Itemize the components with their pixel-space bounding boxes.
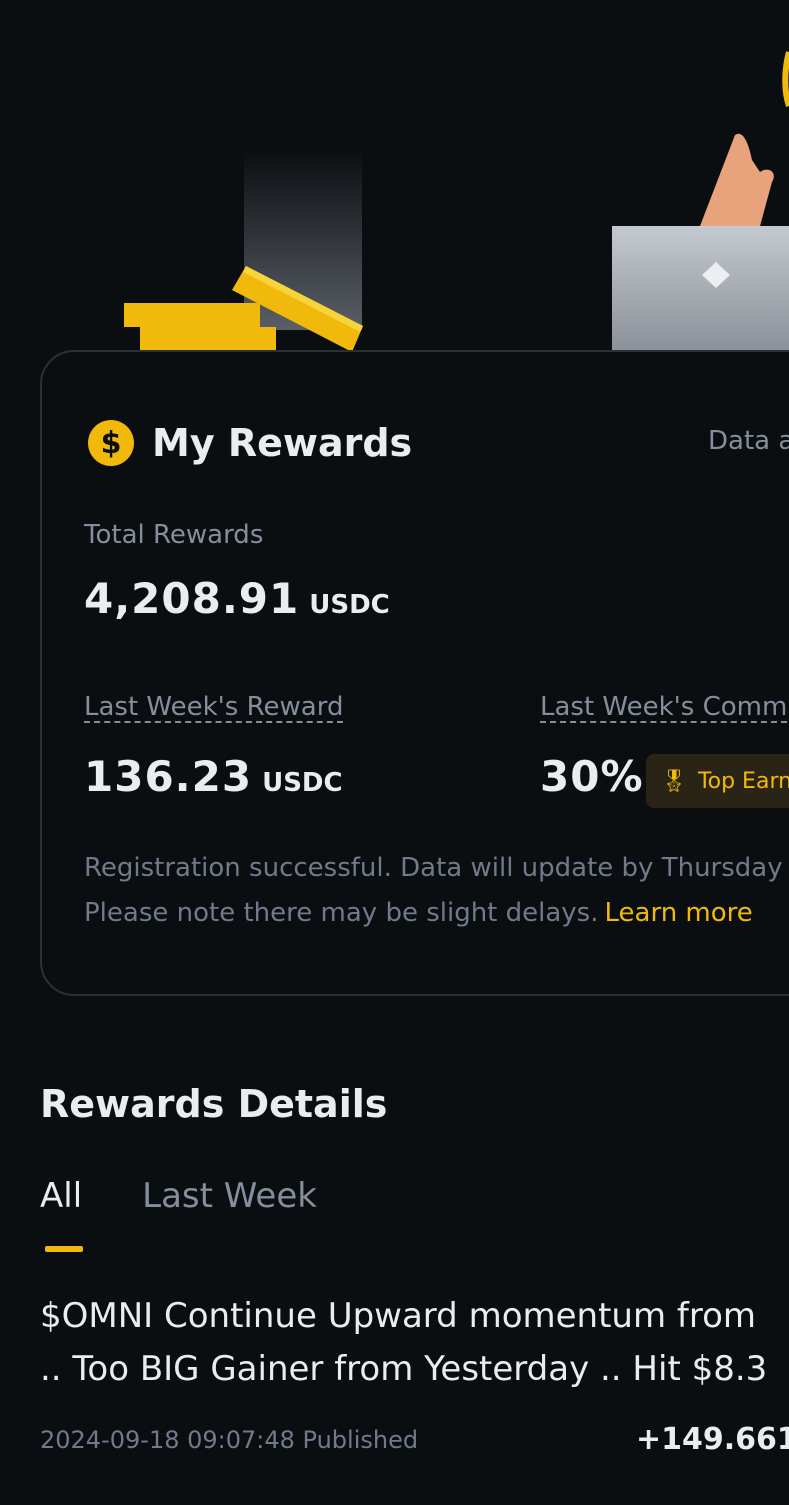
commission-rate: 30%	[540, 752, 644, 801]
dollar-coin-icon: $	[88, 420, 134, 466]
note-line-2: Please note there may be slight delays. L…	[84, 891, 783, 936]
last-week-reward-amount: 136.23	[84, 752, 253, 801]
tab-last-week[interactable]: Last Week	[142, 1176, 317, 1216]
rewards-details-title: Rewards Details	[40, 1082, 388, 1126]
note-line-1: Registration successful. Data will updat…	[84, 853, 783, 883]
coin-stack-illustration	[124, 150, 363, 352]
registration-note: Registration successful. Data will updat…	[84, 846, 783, 936]
total-rewards-value: 4,208.91 USDC	[84, 574, 390, 623]
laptop-illustration	[612, 51, 789, 352]
badge-label: Top Earn	[697, 768, 789, 794]
total-rewards-unit: USDC	[309, 590, 390, 620]
hero-illustration	[124, 51, 789, 352]
reward-post-title[interactable]: $OMNI Continue Upward momentum from .. T…	[40, 1290, 767, 1396]
post-title-line-1: $OMNI Continue Upward momentum from	[40, 1296, 757, 1336]
learn-more-link[interactable]: Learn more	[605, 898, 753, 928]
last-week-commission-label[interactable]: Last Week's Comm	[540, 692, 787, 722]
tab-all[interactable]: All	[40, 1176, 82, 1216]
last-week-reward-label[interactable]: Last Week's Reward	[84, 692, 343, 722]
last-week-commission-value: 30%	[540, 752, 644, 801]
last-week-reward-unit: USDC	[262, 768, 343, 798]
card-title: My Rewards	[152, 421, 413, 465]
note-line-2-text: Please note there may be slight delays.	[84, 898, 599, 928]
medal-icon: 🎖	[660, 768, 688, 794]
my-rewards-card: $ My Rewards Data a Total Rewards 4,208.…	[40, 350, 789, 996]
post-reward-amount: +149.6616	[636, 1422, 789, 1457]
rewards-page: $ My Rewards Data a Total Rewards 4,208.…	[0, 0, 789, 1505]
post-title-line-2: .. Too BIG Gainer from Yesterday .. Hit …	[40, 1349, 768, 1389]
last-week-reward-value: 136.23 USDC	[84, 752, 343, 801]
total-rewards-label: Total Rewards	[84, 520, 264, 550]
post-published-time: 2024-09-18 09:07:48 Published	[40, 1426, 419, 1454]
data-timestamp: Data a	[708, 426, 789, 456]
total-rewards-amount: 4,208.91	[84, 574, 300, 623]
card-header: $ My Rewards	[88, 420, 412, 466]
rewards-tabs: All Last Week	[40, 1176, 377, 1252]
top-earner-badge: 🎖 Top Earn	[646, 754, 789, 808]
active-tab-indicator	[45, 1246, 83, 1252]
